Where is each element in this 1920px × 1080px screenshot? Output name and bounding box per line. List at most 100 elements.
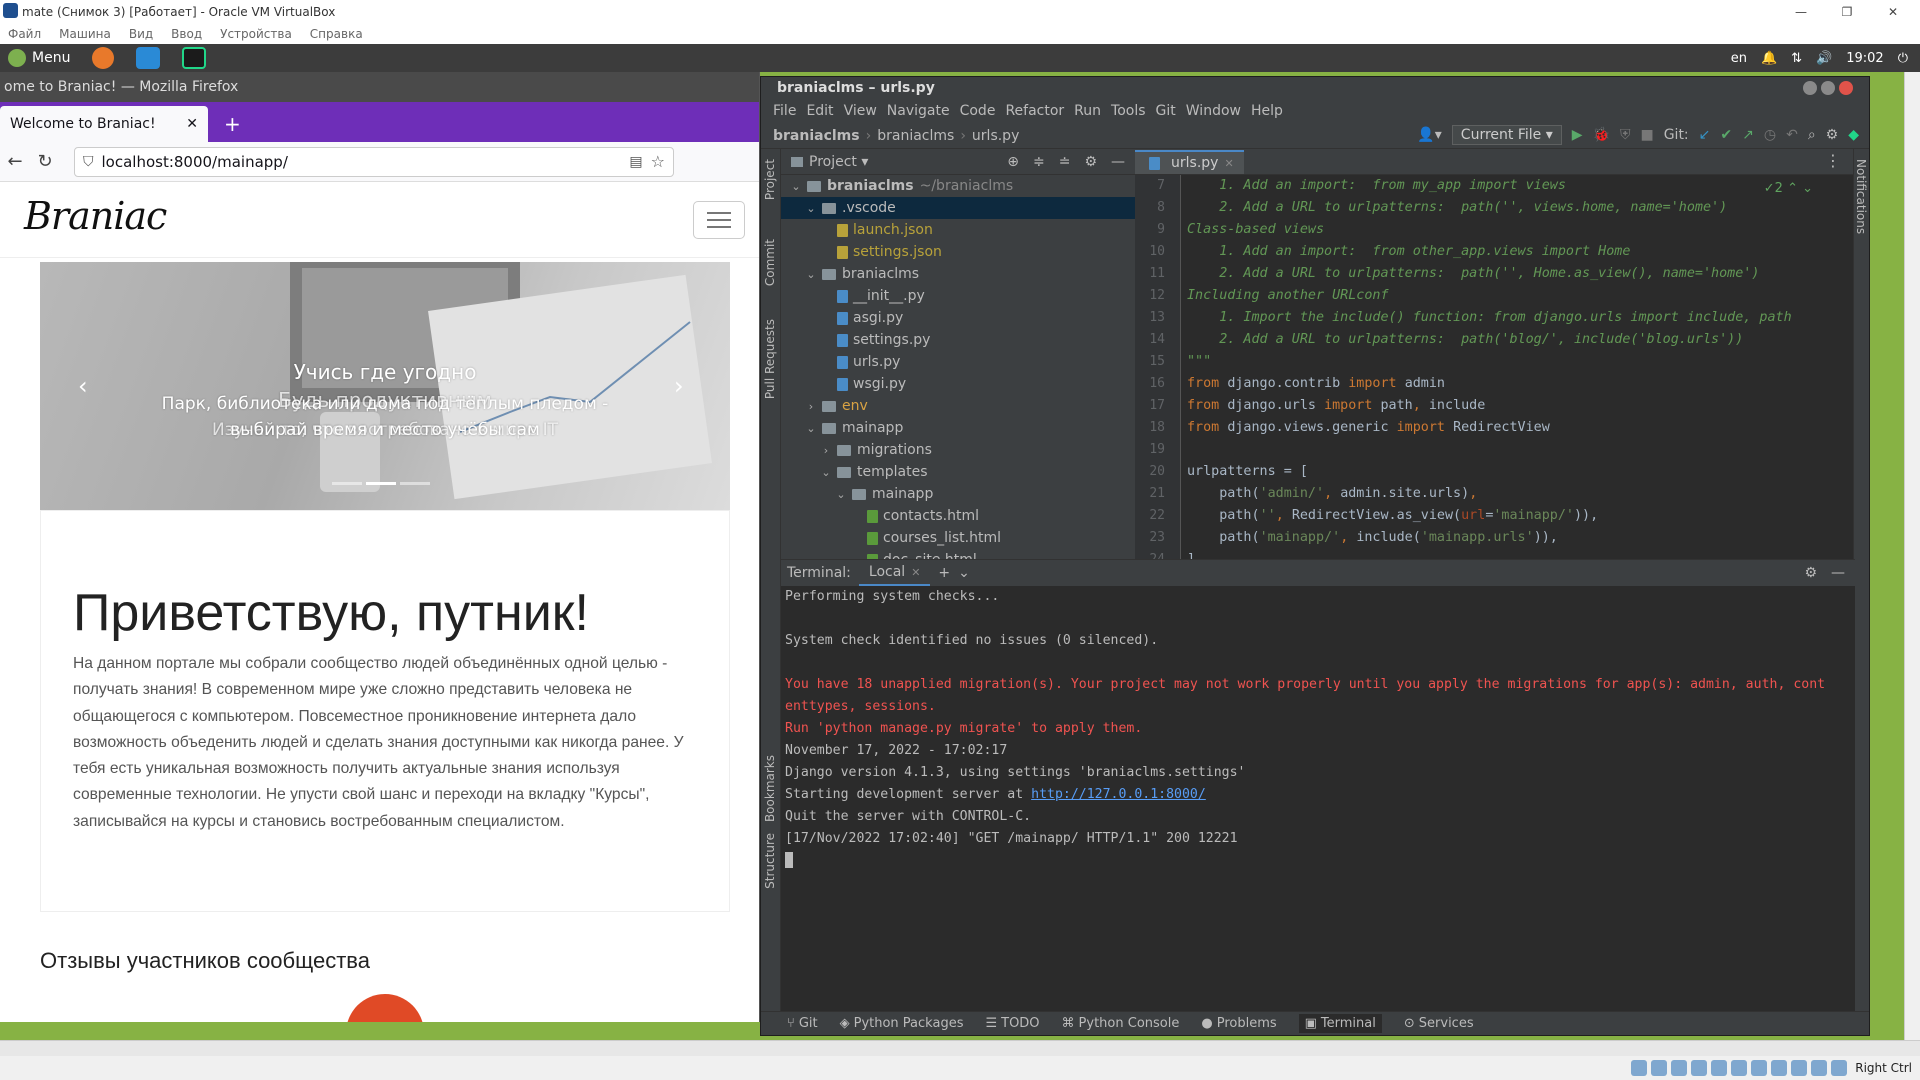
site-logo[interactable]: Braniac: [24, 194, 167, 238]
shield-icon[interactable]: ⛉: [83, 154, 94, 170]
jetbrains-icon[interactable]: ◆: [1848, 127, 1859, 143]
restore-button[interactable]: ❐: [1824, 0, 1870, 24]
audio-icon[interactable]: [1671, 1060, 1688, 1076]
tool-commit[interactable]: Commit: [763, 239, 777, 286]
more-tabs-icon[interactable]: ⋮: [1825, 151, 1841, 170]
mate-menu-button[interactable]: Menu: [8, 49, 70, 67]
debug-icon[interactable]: 🐞: [1593, 127, 1610, 143]
chevron-down-icon[interactable]: ⌄: [804, 202, 818, 215]
menu-view[interactable]: View: [844, 103, 877, 119]
reload-icon[interactable]: ↻: [30, 151, 60, 172]
tool-tab-python-console[interactable]: ⌘ Python Console: [1062, 1016, 1180, 1031]
chevron-down-icon[interactable]: ⌄: [789, 180, 803, 193]
menu-help[interactable]: Справка: [310, 27, 363, 41]
bookmark-star-icon[interactable]: ☆: [651, 152, 665, 171]
usb-icon[interactable]: [1711, 1060, 1728, 1076]
keyboard-layout[interactable]: en: [1731, 51, 1747, 66]
editor-tab-urls[interactable]: urls.py ✕: [1135, 150, 1244, 174]
vm-horizontal-scrollbar[interactable]: [0, 1040, 1920, 1056]
close-tab-icon[interactable]: ✕: [911, 566, 920, 579]
tool-tab-services[interactable]: ⊙ Services: [1404, 1016, 1474, 1031]
breadcrumb-file[interactable]: urls.py: [972, 128, 1019, 144]
clock[interactable]: 19:02: [1846, 51, 1883, 66]
terminal-output[interactable]: Performing system checks... System check …: [781, 586, 1845, 966]
close-tab-icon[interactable]: ✕: [186, 116, 198, 132]
gear-icon[interactable]: ⚙: [1804, 565, 1817, 581]
menu-navigate[interactable]: Navigate: [887, 103, 950, 119]
project-view-select[interactable]: Project ▾: [809, 154, 868, 170]
back-icon[interactable]: ←: [0, 151, 30, 172]
tree-item[interactable]: ⌄ mainapp: [781, 483, 1135, 505]
new-terminal-icon[interactable]: +: [938, 565, 950, 581]
volume-icon[interactable]: 🔊: [1816, 51, 1832, 66]
git-rollback-icon[interactable]: ↶: [1786, 127, 1798, 143]
tree-item[interactable]: ⌄ braniaclms: [781, 263, 1135, 285]
tree-item[interactable]: ⌄ braniaclms ~/braniaclms: [781, 175, 1135, 197]
git-history-icon[interactable]: ◷: [1764, 127, 1776, 143]
tree-item[interactable]: asgi.py: [781, 307, 1135, 329]
menu-view[interactable]: Вид: [129, 27, 153, 41]
firefox-launcher-icon[interactable]: [92, 47, 115, 69]
network-adapter-icon[interactable]: [1691, 1060, 1708, 1076]
menu-devices[interactable]: Устройства: [220, 27, 292, 41]
menu-input[interactable]: Ввод: [171, 27, 202, 41]
optical-drive-icon[interactable]: [1651, 1060, 1668, 1076]
menu-code[interactable]: Code: [960, 103, 996, 119]
tree-item[interactable]: › migrations: [781, 439, 1135, 461]
close-button[interactable]: ✕: [1870, 0, 1916, 24]
chevron-right-icon[interactable]: ›: [804, 400, 818, 413]
expand-all-icon[interactable]: ≑: [1033, 154, 1045, 170]
settings-icon[interactable]: ⚙: [1826, 127, 1839, 143]
hide-panel-icon[interactable]: —: [1111, 154, 1125, 170]
tree-item[interactable]: ⌄ mainapp: [781, 417, 1135, 439]
close-button[interactable]: [1839, 81, 1853, 95]
user-icon[interactable]: 👤▾: [1417, 127, 1441, 143]
git-update-icon[interactable]: ↙: [1699, 127, 1711, 143]
menu-window[interactable]: Window: [1186, 103, 1241, 119]
chevron-down-icon[interactable]: ⌄: [804, 268, 818, 281]
tree-item[interactable]: contacts.html: [781, 505, 1135, 527]
collapse-all-icon[interactable]: ≐: [1059, 154, 1071, 170]
git-commit-icon[interactable]: ✔: [1720, 127, 1732, 143]
gear-icon[interactable]: ⚙: [1084, 154, 1097, 170]
search-icon[interactable]: ⌕: [1808, 127, 1816, 143]
carousel-indicator[interactable]: [400, 482, 430, 485]
menu-machine[interactable]: Машина: [59, 27, 111, 41]
tool-tab-problems[interactable]: ● Problems: [1201, 1016, 1276, 1031]
tool-tab-python-packages[interactable]: ◈ Python Packages: [840, 1016, 964, 1031]
carousel-indicator-active[interactable]: [366, 482, 396, 485]
chevron-down-icon[interactable]: ⌄: [819, 466, 833, 479]
minimize-button[interactable]: [1803, 81, 1817, 95]
pycharm-launcher-icon[interactable]: [182, 47, 207, 69]
tool-notifications[interactable]: Notifications: [1854, 159, 1868, 234]
harddisk-icon[interactable]: [1631, 1060, 1648, 1076]
display-icon[interactable]: [1751, 1060, 1768, 1076]
tree-item[interactable]: ⌄ templates: [781, 461, 1135, 483]
menu-tools[interactable]: Tools: [1111, 103, 1146, 119]
server-url-link[interactable]: http://127.0.0.1:8000/: [1031, 787, 1206, 802]
vm-vertical-scrollbar[interactable]: [1904, 72, 1920, 1040]
reader-view-icon[interactable]: ▤: [629, 154, 642, 170]
cpu-icon[interactable]: [1791, 1060, 1808, 1076]
tool-tab-todo[interactable]: ☰ TODO: [985, 1016, 1039, 1031]
menu-file[interactable]: File: [773, 103, 796, 119]
run-icon[interactable]: ▶: [1572, 127, 1583, 143]
git-push-icon[interactable]: ↗: [1742, 127, 1754, 143]
url-bar[interactable]: ⛉ localhost:8000/mainapp/ ▤ ☆: [74, 146, 674, 177]
chevron-down-icon[interactable]: ⌄: [834, 488, 848, 501]
mouse-integration-icon[interactable]: [1811, 1060, 1828, 1076]
keyboard-icon[interactable]: [1831, 1060, 1848, 1076]
tree-item[interactable]: ⌄ .vscode: [781, 197, 1135, 219]
minimize-button[interactable]: —: [1778, 0, 1824, 24]
chevron-right-icon[interactable]: ›: [819, 444, 833, 457]
menu-file[interactable]: Файл: [8, 27, 41, 41]
menu-edit[interactable]: Edit: [806, 103, 833, 119]
tool-tab-terminal[interactable]: ▣ Terminal: [1298, 1014, 1382, 1033]
tree-item[interactable]: __init__.py: [781, 285, 1135, 307]
maximize-button[interactable]: [1821, 81, 1835, 95]
shared-folders-icon[interactable]: [1731, 1060, 1748, 1076]
carousel-indicator[interactable]: [332, 482, 362, 485]
breadcrumb-folder[interactable]: braniaclms: [877, 128, 954, 144]
coverage-icon[interactable]: ⛨: [1620, 127, 1631, 143]
notifications-icon[interactable]: 🔔: [1761, 51, 1777, 66]
